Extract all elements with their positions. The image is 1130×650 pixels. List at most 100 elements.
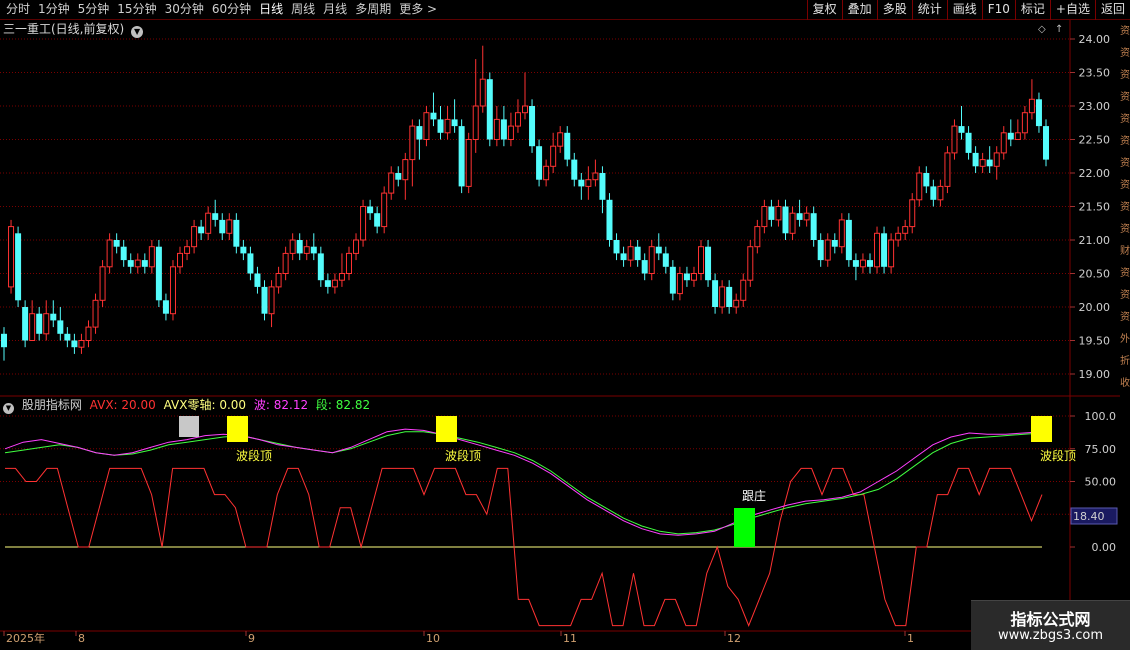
candle-body <box>536 146 543 180</box>
arrow-up-icon[interactable]: ↑ <box>1055 24 1063 35</box>
avx-label: AVX: 20.00 <box>89 398 156 412</box>
candle-body <box>303 246 310 254</box>
candle-body <box>507 125 514 140</box>
candle-body <box>895 232 902 241</box>
side-strip-char: 外 <box>1120 334 1130 345</box>
candle-body <box>184 246 191 254</box>
indicator-title-row: ▼ 股朋指标网 AVX: 20.00 AVX零轴: 0.00 波: 82.12 … <box>3 398 374 414</box>
indicator-tick-label: 75.00 <box>1085 443 1117 456</box>
date-tick-label: 12 <box>727 632 741 645</box>
candle-body <box>803 212 810 221</box>
candle-body <box>134 259 141 268</box>
chevron-down-icon[interactable]: ▼ <box>3 403 14 414</box>
candle-body <box>353 239 360 254</box>
candle-body <box>761 206 768 228</box>
date-tick-label: 1 <box>907 632 914 645</box>
chart-canvas[interactable]: 24.00 23.50 23.00 22.50 22.00 21.50 21.00 20.50… <box>0 0 1130 650</box>
candle-body <box>747 246 754 281</box>
candle-body <box>486 79 493 140</box>
candle-body <box>1014 132 1021 141</box>
candle-body <box>205 212 212 234</box>
candle-body <box>754 226 761 248</box>
indicator-tick-label: 100.0 <box>1085 410 1117 423</box>
candle-body <box>564 132 571 160</box>
price-tick-label: 22.50 <box>1079 134 1111 147</box>
price-tick-label: 23.00 <box>1079 100 1111 113</box>
candle-body <box>22 307 29 341</box>
current-value-text: 18.40 <box>1073 510 1105 523</box>
candle-body <box>374 213 381 227</box>
candle-body <box>916 172 923 201</box>
candle-body <box>29 313 36 342</box>
candle-body <box>810 213 817 240</box>
site-watermark: 指标公式网 www.zbgs3.com <box>971 600 1130 650</box>
candle-body <box>289 239 296 254</box>
candle-body <box>282 252 289 274</box>
side-strip-char: 收 <box>1120 378 1130 389</box>
chevron-down-icon[interactable]: ▼ <box>131 26 144 38</box>
top-signal-label: 波段顶 <box>1040 448 1076 463</box>
candlestick-series <box>1 45 1049 361</box>
candle-body <box>444 118 451 134</box>
candle-body <box>367 206 374 214</box>
indicator-name[interactable]: 股朋指标网 <box>22 398 82 412</box>
date-tick-label: 10 <box>426 632 440 645</box>
candle-body <box>247 253 254 274</box>
candle-body <box>50 313 57 321</box>
side-strip-char: 资 <box>1120 48 1130 59</box>
main-chart-title[interactable]: 三一重工(日线,前复权) ▼ <box>3 21 144 38</box>
candle-body <box>169 266 176 315</box>
candle-body <box>479 78 486 107</box>
watermark-title: 指标公式网 <box>1010 610 1091 629</box>
candle-body <box>15 233 22 301</box>
side-strip-char: 资 <box>1120 136 1130 147</box>
candle-body <box>493 118 500 141</box>
diamond-icon[interactable]: ◇ <box>1038 24 1046 35</box>
candle-body <box>866 260 873 267</box>
candle-body <box>683 273 690 281</box>
candle-body <box>740 279 747 301</box>
segment-line <box>4 431 1043 535</box>
candle-body <box>578 179 585 187</box>
side-strip-char: 资 <box>1120 114 1130 125</box>
date-tick-label: 11 <box>563 632 577 645</box>
candle-body <box>430 112 437 120</box>
candle-body <box>831 240 838 247</box>
side-strip-char: 资 <box>1120 26 1130 37</box>
candle-body <box>402 159 409 181</box>
side-panel-strip: 资资资资资资资资资资财资资资外折收 <box>1120 21 1130 631</box>
candle-body <box>909 199 916 228</box>
price-tick-label: 21.00 <box>1079 234 1111 247</box>
candle-body <box>874 232 881 268</box>
side-strip-char: 折 <box>1120 356 1130 367</box>
indicator-tick-label: 0.00 <box>1092 541 1117 554</box>
candle-body <box>634 246 641 261</box>
candle-body <box>162 300 169 314</box>
candle-body <box>416 126 423 140</box>
candle-body <box>191 226 198 248</box>
watermark-url: www.zbgs3.com <box>997 628 1104 643</box>
candle-body <box>381 192 388 228</box>
candle-body <box>845 219 852 261</box>
candle-body <box>212 213 219 220</box>
candle-body <box>106 239 113 268</box>
date-tick-label: 2025年 <box>6 631 45 645</box>
price-axis: 24.00 23.50 23.00 22.50 22.00 21.50 21.00 20.50… <box>3 33 1117 645</box>
candle-body <box>599 173 606 200</box>
candle-body <box>951 125 958 154</box>
candle-body <box>1007 132 1014 140</box>
candle-body <box>1028 98 1035 114</box>
candle-body <box>1035 99 1042 127</box>
candle-body <box>120 246 127 261</box>
candle-body <box>937 185 944 201</box>
candle-body <box>36 313 43 334</box>
date-tick-label: 9 <box>248 632 255 645</box>
segment-label: 段: 82.82 <box>315 398 371 412</box>
candle-body <box>550 145 557 167</box>
price-tick-label: 19.00 <box>1079 368 1111 381</box>
candle-body <box>958 126 965 133</box>
candle-body <box>1043 126 1049 160</box>
candle-body <box>92 299 99 328</box>
price-tick-label: 20.50 <box>1079 268 1111 281</box>
candle-body <box>923 173 930 187</box>
